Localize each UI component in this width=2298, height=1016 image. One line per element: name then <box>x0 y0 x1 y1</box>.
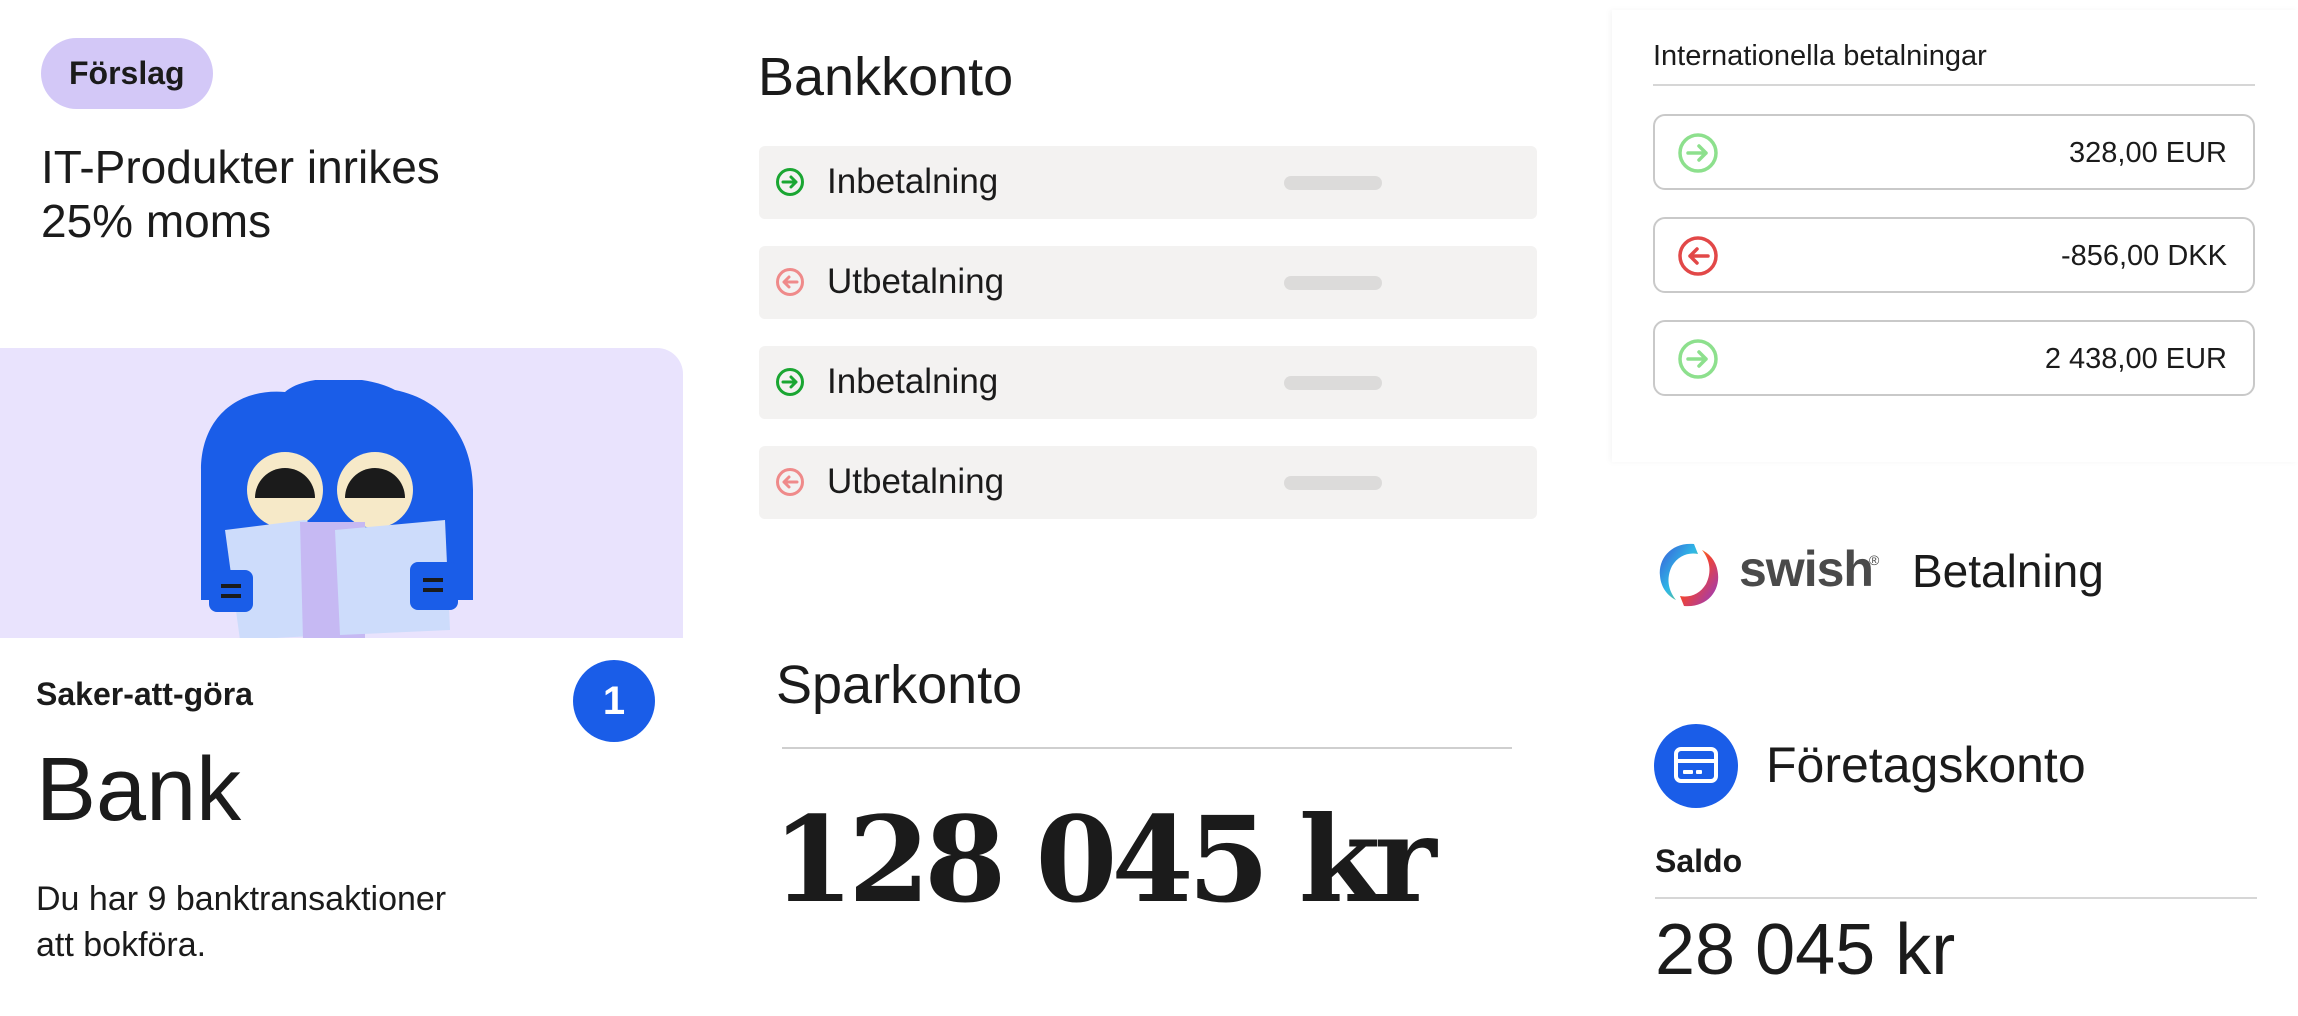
savings-balance: 128 045 kr <box>772 790 1437 929</box>
transaction-label: Inbetalning <box>827 162 999 201</box>
arrow-left-circle-icon <box>776 268 804 296</box>
transaction-row[interactable]: Inbetalning <box>759 146 1537 219</box>
todo-description: Du har 9 banktransaktioner att bokföra. <box>36 876 496 968</box>
todo-title: Saker-att-göra <box>36 676 253 712</box>
swish-payment-label: Betalning <box>1912 545 2104 597</box>
transaction-label: Utbetalning <box>827 462 1005 501</box>
todo-heading[interactable]: Bank <box>36 738 241 842</box>
divider <box>1655 897 2257 899</box>
amount-placeholder <box>1284 376 1382 390</box>
arrow-right-circle-icon <box>776 368 804 396</box>
international-payment-list: 328,00 EUR -856,00 DKK 2 438,00 EUR <box>1653 114 2255 423</box>
arrow-right-circle-icon <box>1678 339 1718 379</box>
reading-mascot-icon <box>201 380 473 638</box>
transaction-row[interactable]: Inbetalning <box>759 346 1537 419</box>
international-payment-row[interactable]: 2 438,00 EUR <box>1653 320 2255 396</box>
bank-account-title: Bankkonto <box>758 47 1014 107</box>
transaction-label: Inbetalning <box>827 362 999 401</box>
international-payments-title: Internationella betalningar <box>1653 40 1987 72</box>
savings-account-title: Sparkonto <box>776 655 1023 715</box>
credit-card-icon <box>1674 747 1718 783</box>
suggestion-line-2: 25% moms <box>41 195 272 247</box>
transaction-row[interactable]: Utbetalning <box>759 246 1537 319</box>
international-payment-row[interactable]: -856,00 DKK <box>1653 217 2255 293</box>
arrow-right-circle-icon <box>1678 133 1718 173</box>
arrow-left-circle-icon <box>1678 236 1718 276</box>
registered-mark: ® <box>1869 552 1880 568</box>
payment-amount: -856,00 DKK <box>2060 240 2227 272</box>
balance-label: Saldo <box>1655 843 1743 879</box>
swish-logo-icon <box>1659 543 1719 607</box>
transaction-list: Inbetalning Utbetalning Inbetalning Utbe… <box>759 146 1537 546</box>
suggestion-chip: Förslag <box>41 38 213 109</box>
suggestion-text: IT-Produkter inrikes 25% moms <box>41 140 440 248</box>
amount-placeholder <box>1284 276 1382 290</box>
payment-amount: 328,00 EUR <box>2069 137 2227 169</box>
business-account-title: Företagskonto <box>1766 737 2086 793</box>
suggestion-line-1: IT-Produkter inrikes <box>41 141 440 193</box>
international-payment-row[interactable]: 328,00 EUR <box>1653 114 2255 190</box>
amount-placeholder <box>1284 476 1382 490</box>
business-account-balance: 28 045 kr <box>1655 910 1956 990</box>
transaction-row[interactable]: Utbetalning <box>759 446 1537 519</box>
arrow-left-circle-icon <box>776 468 804 496</box>
transaction-label: Utbetalning <box>827 262 1005 301</box>
arrow-right-circle-icon <box>776 168 804 196</box>
payment-amount: 2 438,00 EUR <box>2044 343 2227 375</box>
todo-description-line-1: Du har 9 banktransaktioner <box>36 880 447 918</box>
todo-illustration <box>0 348 683 638</box>
todo-count-badge: 1 <box>573 660 655 742</box>
divider <box>782 747 1512 749</box>
swish-wordmark: swish <box>1739 541 1874 597</box>
amount-placeholder <box>1284 176 1382 190</box>
divider <box>1653 84 2255 86</box>
business-account-badge <box>1654 724 1738 808</box>
todo-description-line-2: att bokföra. <box>36 926 207 964</box>
